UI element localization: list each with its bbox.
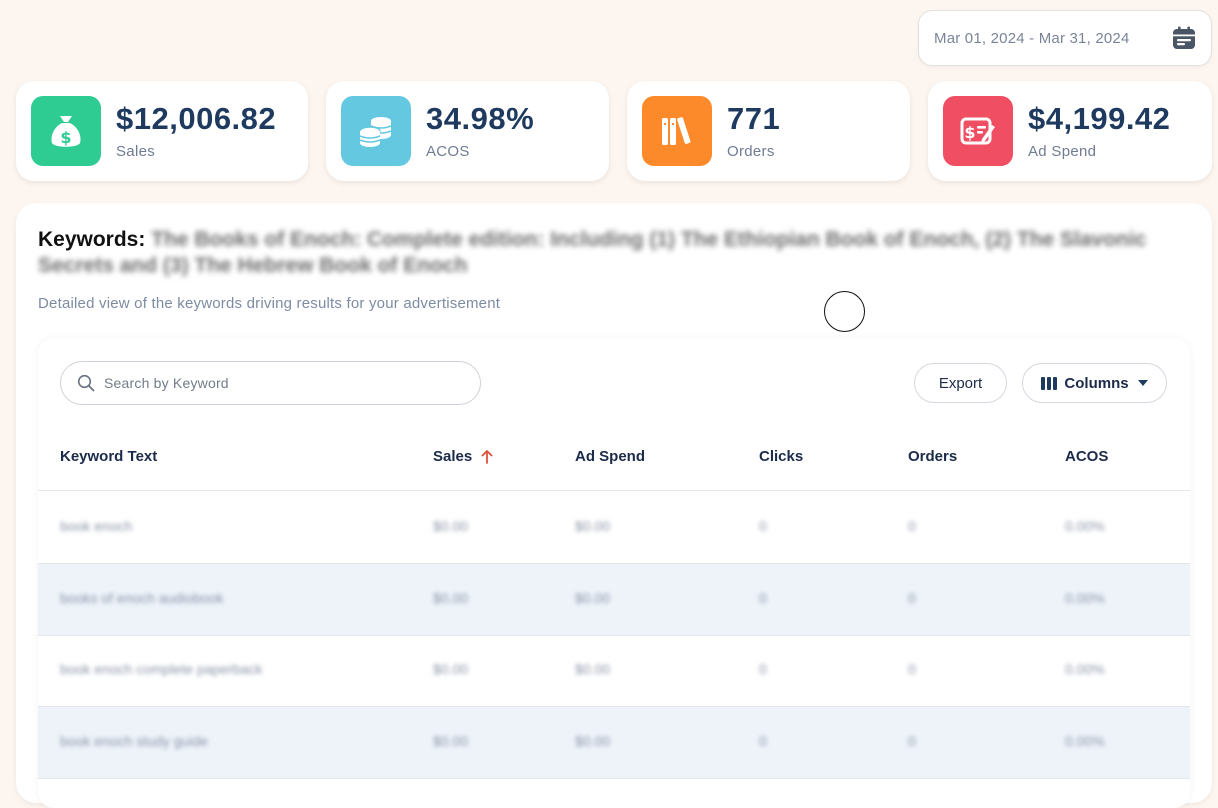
ad-spend-cell: $0.00: [575, 518, 611, 534]
keyword-cell: book enoch study guide: [60, 733, 208, 749]
keyword-cell: book enoch: [60, 518, 133, 534]
kpi-card-sales: $ $12,006.82 Sales: [16, 81, 308, 181]
table-header: Keyword Text Sales Ad Spend Clicks Order…: [38, 423, 1190, 491]
coins-stack-icon: [341, 96, 411, 166]
orders-value: 771: [727, 101, 781, 136]
keywords-table: Search by Keyword Export Columns Keyword…: [38, 338, 1190, 808]
svg-text:$: $: [60, 128, 71, 147]
sort-arrow-up-icon: [481, 449, 493, 464]
sales-cell: $0.00: [433, 661, 469, 677]
column-header-label: Clicks: [759, 448, 804, 465]
column-header-ad-spend[interactable]: Ad Spend: [575, 448, 645, 465]
column-header-acos[interactable]: ACOS: [1065, 448, 1108, 465]
ad-spend-cell: $0.00: [575, 590, 611, 606]
date-range-text: Mar 01, 2024 - Mar 31, 2024: [934, 29, 1130, 47]
acos-value: 34.98%: [426, 101, 535, 136]
ad-spend-value: $4,199.42: [1028, 101, 1171, 136]
acos-cell: 0.00%: [1065, 590, 1105, 606]
date-range-picker[interactable]: Mar 01, 2024 - Mar 31, 2024: [918, 10, 1212, 66]
sales-label: Sales: [116, 143, 156, 160]
column-header-label: Orders: [908, 448, 958, 465]
keywords-heading: Keywords: The Books of Enoch: Complete e…: [38, 227, 1188, 279]
keywords-panel: Keywords: The Books of Enoch: Complete e…: [16, 203, 1212, 808]
orders-cell: 0: [908, 661, 916, 677]
ad-spend-label: Ad Spend: [1028, 143, 1097, 160]
column-header-label: Ad Spend: [575, 448, 645, 465]
kpi-card-orders: 771 Orders: [627, 81, 910, 181]
orders-cell: 0: [908, 518, 916, 534]
ad-spend-cell: $0.00: [575, 661, 611, 677]
bill-edit-icon: $: [943, 96, 1013, 166]
sales-cell: $0.00: [433, 733, 469, 749]
export-label: Export: [938, 374, 983, 392]
clicks-cell: 0: [759, 518, 767, 534]
keyword-cell: book enoch complete paperback: [60, 661, 263, 677]
clicks-cell: 0: [759, 590, 767, 606]
calendar-icon[interactable]: [1171, 25, 1197, 51]
columns-button[interactable]: Columns: [1022, 363, 1167, 403]
orders-cell: 0: [908, 590, 916, 606]
clicks-cell: 0: [759, 661, 767, 677]
keyword-cell: books of enoch audiobook: [60, 590, 224, 606]
kpi-card-acos: 34.98% ACOS: [326, 81, 609, 181]
columns-label: Columns: [1064, 374, 1129, 392]
chevron-down-icon: [1137, 380, 1148, 386]
sales-cell: $0.00: [433, 590, 469, 606]
search-icon: [77, 374, 95, 392]
columns-icon: [1041, 376, 1058, 390]
orders-label: Orders: [727, 143, 775, 160]
table-row[interactable]: book enoch complete paperback $0.00 $0.0…: [38, 635, 1190, 707]
acos-cell: 0.00%: [1065, 661, 1105, 677]
table-row[interactable]: books of enoch audiobook $0.00 $0.00 0 0…: [38, 564, 1190, 636]
acos-cell: 0.00%: [1065, 518, 1105, 534]
table-row[interactable]: book enoch study guide $0.00 $0.00 0 0 0…: [38, 707, 1190, 779]
keywords-title-prefix: Keywords:: [38, 228, 146, 251]
kpi-card-ad-spend: $ $4,199.42 Ad Spend: [928, 81, 1212, 181]
column-header-label: ACOS: [1065, 448, 1109, 465]
search-placeholder: Search by Keyword: [104, 375, 229, 391]
column-header-sales[interactable]: Sales: [433, 448, 493, 465]
ad-spend-cell: $0.00: [575, 733, 611, 749]
column-header-label: Sales: [433, 448, 473, 465]
sales-cell: $0.00: [433, 518, 469, 534]
keywords-subtitle: Detailed view of the keywords driving re…: [38, 295, 501, 312]
product-title: The Books of Enoch: Complete edition: In…: [38, 228, 1147, 277]
column-header-clicks[interactable]: Clicks: [759, 448, 803, 465]
cursor-ring: [824, 291, 865, 332]
table-row[interactable]: book enoch $0.00 $0.00 0 0 0.00%: [38, 492, 1190, 564]
column-header-orders[interactable]: Orders: [908, 448, 957, 465]
acos-label: ACOS: [426, 143, 470, 160]
acos-cell: 0.00%: [1065, 733, 1105, 749]
export-button[interactable]: Export: [914, 363, 1007, 403]
clicks-cell: 0: [759, 733, 767, 749]
column-header-keyword[interactable]: Keyword Text: [60, 448, 157, 465]
money-bag-icon: $: [31, 96, 101, 166]
column-header-label: Keyword Text: [60, 448, 158, 465]
books-icon: [642, 96, 712, 166]
svg-text:$: $: [964, 123, 975, 142]
sales-value: $12,006.82: [116, 101, 277, 136]
search-input[interactable]: Search by Keyword: [60, 361, 481, 405]
orders-cell: 0: [908, 733, 916, 749]
